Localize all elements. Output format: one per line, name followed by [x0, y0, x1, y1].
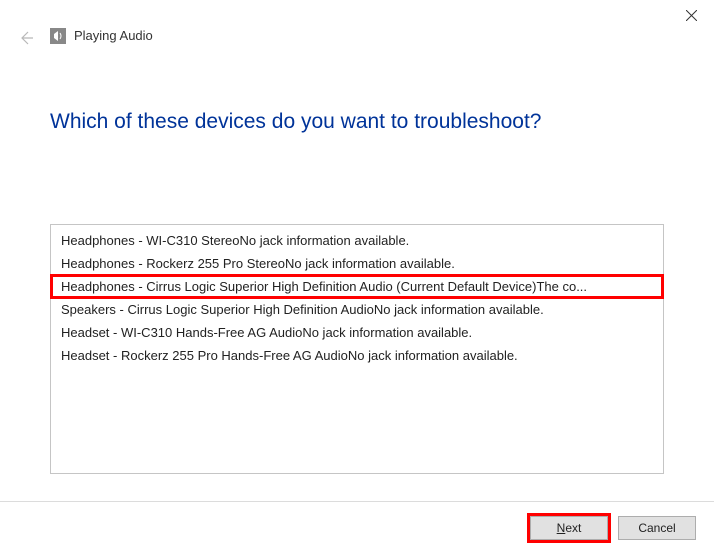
next-button[interactable]: Next [530, 516, 608, 540]
close-button[interactable] [669, 0, 714, 30]
close-icon [686, 10, 697, 21]
device-list[interactable]: Headphones - WI-C310 StereoNo jack infor… [50, 224, 664, 474]
device-item-2[interactable]: Headphones - Cirrus Logic Superior High … [51, 275, 663, 298]
arrow-left-icon [18, 30, 34, 46]
device-item-4[interactable]: Headset - WI-C310 Hands-Free AG AudioNo … [51, 321, 663, 344]
app-icon [50, 28, 66, 44]
device-item-0[interactable]: Headphones - WI-C310 StereoNo jack infor… [51, 229, 663, 252]
page-heading: Which of these devices do you want to tr… [50, 110, 664, 134]
device-item-5[interactable]: Headset - Rockerz 255 Pro Hands-Free AG … [51, 344, 663, 367]
footer: Next Cancel [0, 501, 714, 553]
device-item-1[interactable]: Headphones - Rockerz 255 Pro StereoNo ja… [51, 252, 663, 275]
titlebar-text: Playing Audio [74, 28, 153, 43]
cancel-button[interactable]: Cancel [618, 516, 696, 540]
next-label-rest: ext [565, 521, 581, 535]
back-button[interactable] [18, 30, 34, 51]
device-item-3[interactable]: Speakers - Cirrus Logic Superior High De… [51, 298, 663, 321]
content-area: Which of these devices do you want to tr… [0, 36, 714, 474]
